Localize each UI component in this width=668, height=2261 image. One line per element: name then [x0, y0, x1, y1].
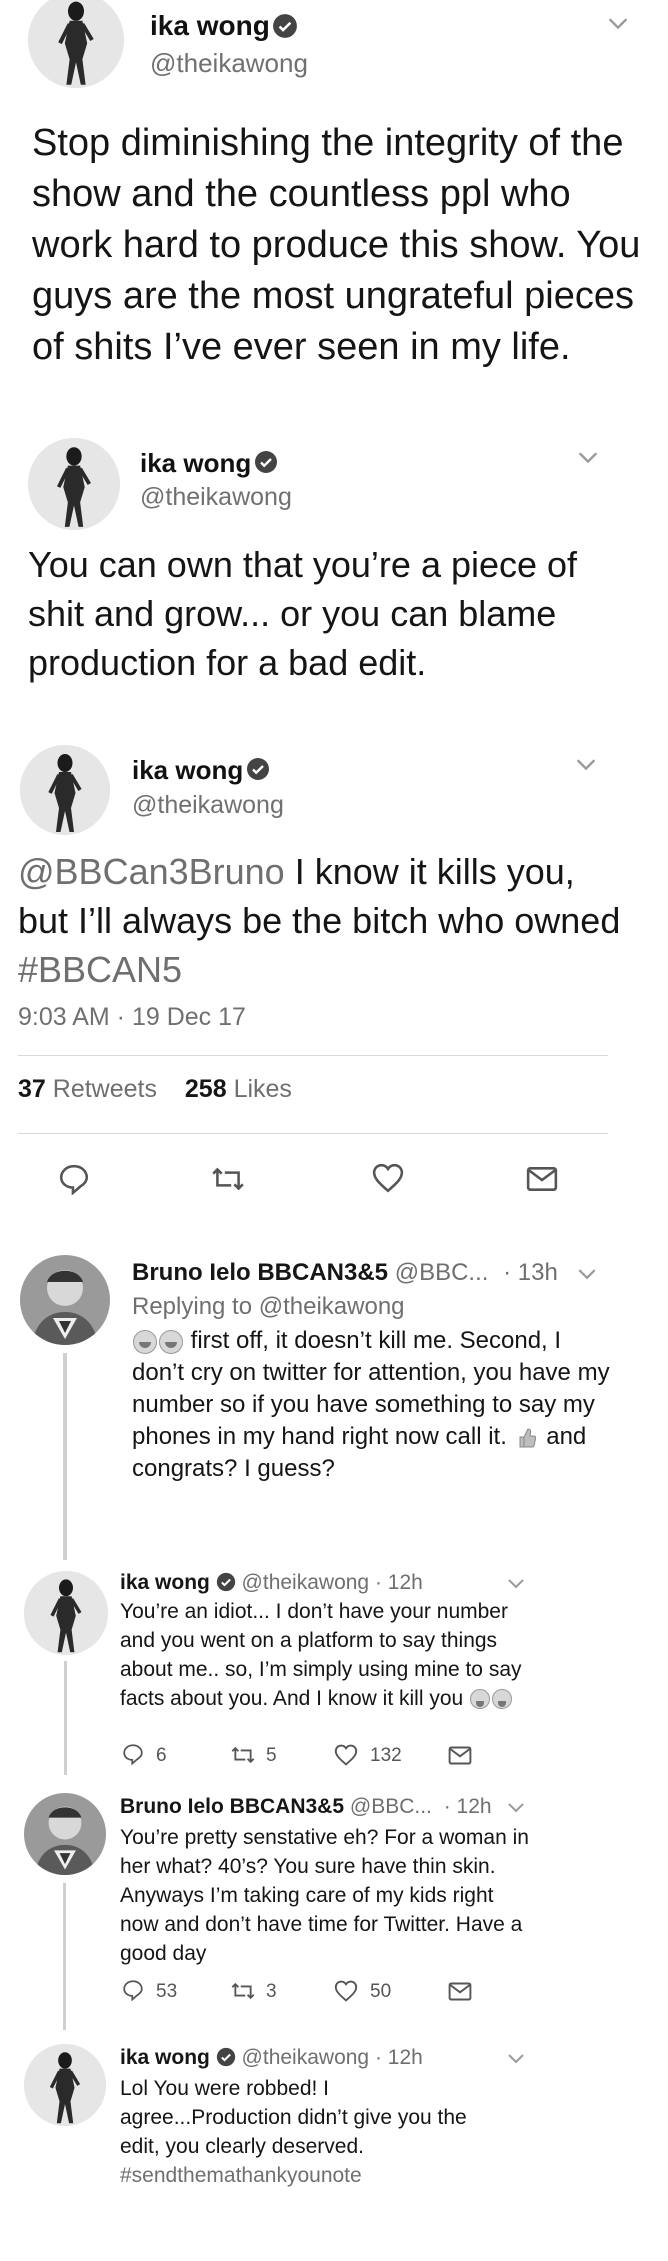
- laughing-emoji-icon: [470, 1689, 491, 1710]
- username[interactable]: @BBC...: [395, 1259, 489, 1286]
- likes-label[interactable]: Likes: [234, 1075, 292, 1103]
- retweet-icon[interactable]: [230, 1745, 256, 1765]
- username[interactable]: @theikawong · 12h: [242, 2046, 423, 2069]
- verified-icon: [246, 757, 270, 781]
- hashtag-link[interactable]: #sendthemathankyounote: [120, 2164, 362, 2187]
- verified-icon: [254, 450, 278, 474]
- tweet-text: Stop diminishing the integrity of the sh…: [32, 122, 641, 368]
- reply-count[interactable]: 6: [156, 1745, 167, 1767]
- display-name[interactable]: Bruno Ielo BBCAN3&5: [120, 1795, 344, 1818]
- tweet-text: You can own that you’re a piece of shit …: [28, 544, 578, 683]
- engagement-stats: 37 Retweets 258 Likes: [18, 1075, 292, 1104]
- chevron-down-icon[interactable]: [508, 1803, 524, 1813]
- reply-card: ika wong @theikawong · 12h You’re an idi…: [0, 1565, 560, 1775]
- mail-icon[interactable]: [526, 1165, 558, 1193]
- chevron-down-icon[interactable]: [576, 759, 596, 771]
- tweet-detail-card: ika wong @theikawong @BBCan3Bruno I know…: [0, 735, 640, 1235]
- username[interactable]: @theikawong: [150, 48, 308, 79]
- like-count[interactable]: 132: [370, 1745, 402, 1767]
- username[interactable]: @theikawong: [140, 483, 292, 512]
- verified-icon: [216, 1572, 236, 1592]
- retweet-count[interactable]: 3: [266, 1981, 277, 2003]
- display-name[interactable]: ika wong: [140, 448, 251, 479]
- avatar[interactable]: [20, 1255, 110, 1345]
- reply-icon[interactable]: [58, 1163, 90, 1195]
- reply-card: Bruno Ielo BBCAN3&5 @BBC... · 13h Replyi…: [0, 1245, 640, 1560]
- reply-card: ika wong @theikawong · 12h Lol You were …: [0, 2040, 560, 2261]
- reply-card: Bruno Ielo BBCAN3&5 @BBC... · 12h You’re…: [0, 1785, 560, 2030]
- retweet-icon[interactable]: [230, 1981, 256, 2001]
- divider: [18, 1055, 608, 1056]
- reply-count[interactable]: 53: [156, 1981, 177, 2003]
- verified-icon: [272, 13, 298, 39]
- tweet-card: ika wong @theikawong Stop diminishing th…: [0, 0, 668, 420]
- divider: [18, 1133, 608, 1134]
- laughing-emoji-icon: [159, 1329, 183, 1354]
- heart-icon[interactable]: [372, 1163, 404, 1193]
- display-name[interactable]: ika wong: [132, 755, 243, 786]
- chevron-down-icon[interactable]: [608, 18, 628, 30]
- replying-label: Replying to: [132, 1293, 253, 1320]
- chevron-down-icon[interactable]: [578, 1269, 596, 1280]
- chevron-down-icon[interactable]: [508, 1579, 524, 1589]
- reply-text-body: You’re an idiot... I don’t have your num…: [120, 1600, 522, 1710]
- heart-icon[interactable]: [334, 1980, 358, 2002]
- hashtag-link[interactable]: #BBCAN5: [18, 949, 182, 990]
- laughing-emoji-icon: [133, 1329, 157, 1354]
- retweet-icon[interactable]: [210, 1165, 246, 1193]
- display-name[interactable]: ika wong: [120, 1571, 210, 1594]
- username[interactable]: @theikawong · 12h: [242, 1571, 423, 1594]
- reply-text-a: first off, it doesn’t kill me. Second, I…: [132, 1327, 610, 1450]
- reply-icon[interactable]: [122, 1979, 144, 2001]
- username[interactable]: @theikawong: [132, 791, 284, 820]
- thread-line: [64, 1661, 67, 1775]
- thumbs-up-icon: [518, 1427, 536, 1449]
- avatar[interactable]: [24, 1571, 108, 1655]
- avatar[interactable]: [28, 0, 124, 88]
- reply-time: · 12h: [443, 1795, 492, 1818]
- reply-text: first off, it doesn’t kill me. Second, I…: [132, 1325, 612, 1485]
- like-count[interactable]: 50: [370, 1981, 391, 2003]
- reply-text: You’re pretty senstative eh? For a woman…: [120, 1826, 529, 1965]
- display-name[interactable]: Bruno Ielo BBCAN3&5: [132, 1259, 388, 1286]
- reply-header: ika wong @theikawong · 12h: [120, 2046, 423, 2070]
- avatar[interactable]: [24, 1793, 106, 1875]
- username[interactable]: @BBC...: [350, 1795, 432, 1818]
- retweets-label[interactable]: Retweets: [53, 1075, 157, 1103]
- tweet-card: ika wong @theikawong You can own that yo…: [0, 428, 640, 718]
- heart-icon[interactable]: [334, 1744, 358, 1766]
- reply-text: You’re an idiot... I don’t have your num…: [120, 1597, 530, 1713]
- replying-to: Replying to @theikawong: [132, 1293, 405, 1321]
- display-name[interactable]: ika wong: [150, 10, 270, 42]
- tweet-timestamp: 9:03 AM · 19 Dec 17: [18, 1003, 246, 1031]
- retweet-count[interactable]: 5: [266, 1745, 277, 1767]
- avatar[interactable]: [20, 745, 110, 835]
- tweet-text: @BBCan3Bruno I know it kills you, but I’…: [18, 847, 628, 994]
- reply-header: Bruno Ielo BBCAN3&5 @BBC... · 12h: [120, 1795, 492, 1819]
- reply-header: Bruno Ielo BBCAN3&5 @BBC... · 13h: [132, 1259, 558, 1287]
- avatar[interactable]: [28, 438, 120, 530]
- chevron-down-icon[interactable]: [578, 452, 598, 464]
- chevron-down-icon[interactable]: [508, 2054, 524, 2064]
- laughing-emoji-icon: [492, 1689, 513, 1710]
- reply-text-body: Lol You were robbed! I agree...Productio…: [120, 2077, 467, 2158]
- reply-icon[interactable]: [122, 1743, 144, 1765]
- avatar[interactable]: [24, 2044, 106, 2126]
- display-name[interactable]: ika wong: [120, 2046, 210, 2069]
- verified-icon: [216, 2047, 236, 2067]
- reply-text: Lol You were robbed! I agree...Productio…: [120, 2074, 500, 2190]
- mail-icon[interactable]: [448, 1745, 472, 1766]
- retweets-count[interactable]: 37: [18, 1075, 46, 1103]
- mention-link[interactable]: @BBCan3Bruno: [18, 851, 285, 892]
- thread-line: [63, 1883, 66, 2030]
- likes-count[interactable]: 258: [185, 1075, 227, 1103]
- thread-line: [63, 1353, 67, 1560]
- mention-link[interactable]: @theikawong: [259, 1293, 405, 1320]
- mail-icon[interactable]: [448, 1981, 472, 2002]
- reply-header: ika wong @theikawong · 12h: [120, 1571, 423, 1595]
- reply-time: · 13h: [503, 1259, 558, 1286]
